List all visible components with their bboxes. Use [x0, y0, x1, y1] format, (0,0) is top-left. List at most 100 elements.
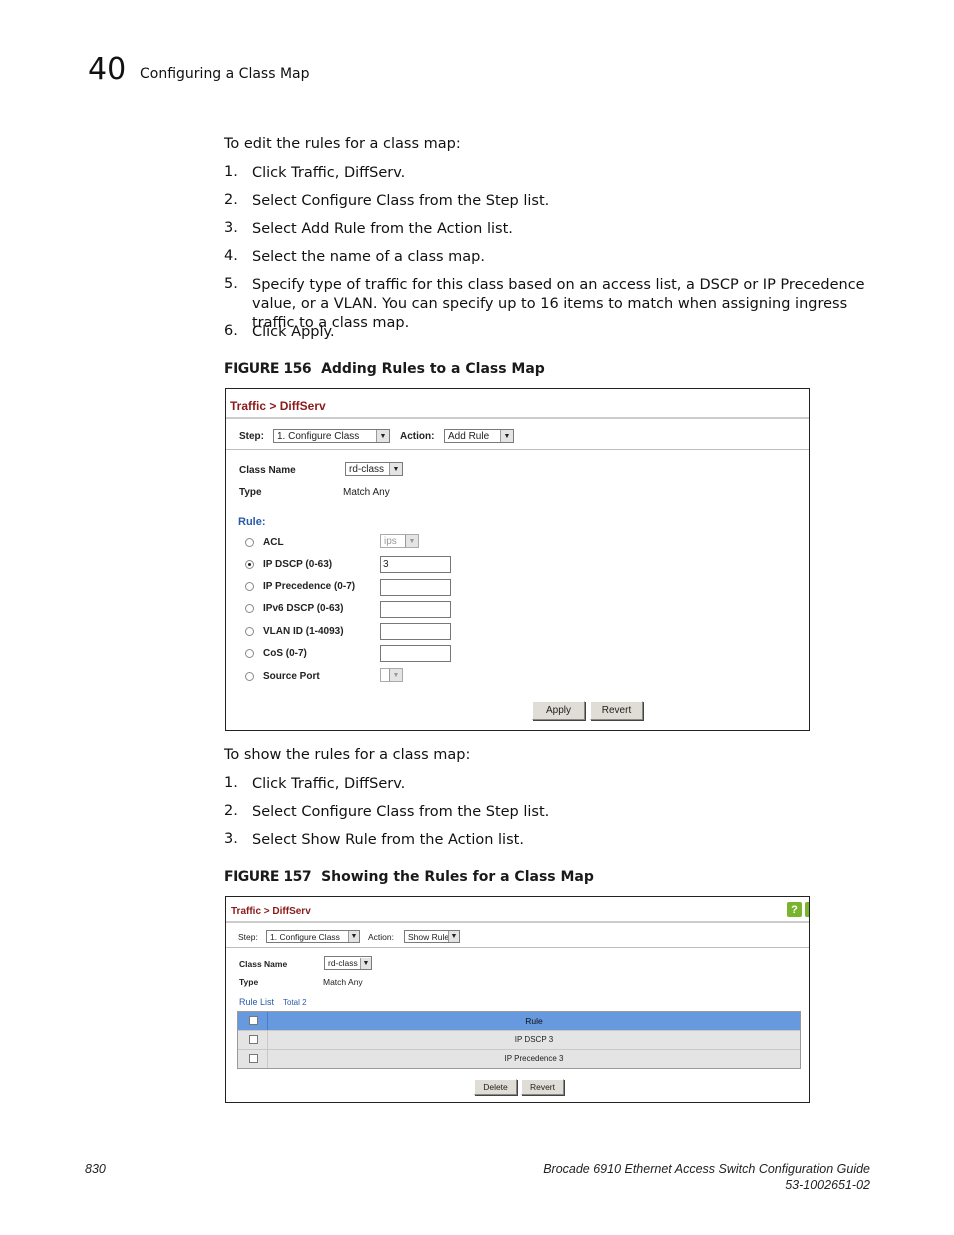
figure-title: Showing the Rules for a Class Map: [321, 869, 594, 885]
table-row: IP DSCP 3: [238, 1030, 800, 1049]
header-divider: [226, 921, 809, 923]
step-number: 5.: [224, 276, 238, 292]
class-name-label: Class Name: [239, 465, 296, 476]
type-label: Type: [239, 487, 262, 498]
step-select-value: 1. Configure Class: [277, 430, 360, 442]
type-value: Match Any: [343, 487, 390, 498]
toolbar-divider: [226, 947, 809, 948]
step-number: 2.: [224, 192, 238, 208]
source-port-select[interactable]: ▼: [380, 668, 403, 682]
figure-157-screenshot: Traffic > DiffServ ? Step: 1. Configure …: [225, 896, 810, 1103]
chapter-number: 40: [88, 52, 127, 87]
step-number: 2.: [224, 803, 238, 819]
rule-heading: Rule:: [238, 516, 266, 528]
class-name-select[interactable]: rd-class ▼: [324, 956, 372, 970]
rule-list-total: Total 2: [283, 998, 307, 1007]
table-header-row: Rule: [238, 1012, 800, 1030]
rule-ip-dscp-label: IP DSCP (0-63): [263, 559, 333, 570]
step-number: 3.: [224, 220, 238, 236]
rule-ip-precedence-radio[interactable]: [245, 582, 254, 591]
rule-ip-precedence-label: IP Precedence (0-7): [263, 581, 356, 592]
step-text: Select the name of a class map.: [252, 249, 485, 265]
rule-cell: IP Precedence 3: [504, 1054, 564, 1063]
action-select-value: Show Rule: [408, 931, 448, 942]
extra-toolbar-icon[interactable]: [805, 902, 809, 917]
action-select[interactable]: Add Rule ▼: [444, 429, 514, 443]
ipv6-dscp-input[interactable]: [380, 601, 451, 618]
chevron-down-icon: ▼: [389, 463, 402, 475]
ip-dscp-input[interactable]: 3: [380, 556, 451, 573]
rule-ipv6-dscp-radio[interactable]: [245, 604, 254, 613]
step-text: Select Configure Class from the Step lis…: [252, 804, 550, 820]
rule-cos-radio[interactable]: [245, 649, 254, 658]
figure-157-caption: FIGURE 157 Showing the Rules for a Class …: [224, 869, 594, 885]
chevron-down-icon: ▼: [500, 430, 513, 442]
help-icon[interactable]: ?: [787, 902, 802, 917]
step-select[interactable]: 1. Configure Class ▼: [273, 429, 390, 443]
breadcrumb[interactable]: Traffic > DiffServ: [230, 399, 326, 413]
chapter-title: Configuring a Class Map: [140, 66, 310, 82]
figure-label: FIGURE 157: [224, 869, 312, 885]
acl-select[interactable]: ips ▼: [380, 534, 419, 548]
rule-list-heading: Rule List: [239, 997, 275, 1007]
select-all-checkbox[interactable]: [249, 1016, 258, 1025]
rule-vlan-id-radio[interactable]: [245, 627, 254, 636]
chevron-down-icon: ▼: [360, 957, 371, 969]
rule-column-header[interactable]: Rule: [268, 1016, 800, 1026]
class-name-label: Class Name: [239, 959, 288, 969]
step-select[interactable]: 1. Configure Class ▼: [266, 930, 360, 943]
header-divider: [226, 417, 809, 419]
ip-precedence-input[interactable]: [380, 579, 451, 596]
revert-button[interactable]: Revert: [590, 701, 643, 720]
action-label: Action:: [400, 431, 435, 442]
step-number: 4.: [224, 248, 238, 264]
step-label: Step:: [239, 431, 264, 442]
rule-cell: IP DSCP 3: [514, 1035, 554, 1044]
class-name-select[interactable]: rd-class ▼: [345, 462, 403, 476]
chevron-down-icon: ▼: [376, 430, 389, 442]
rule-ipv6-dscp-label: IPv6 DSCP (0-63): [263, 603, 344, 614]
step-text: Select Configure Class from the Step lis…: [252, 193, 550, 209]
toolbar-divider: [226, 449, 809, 450]
chevron-down-icon: ▼: [389, 669, 402, 681]
action-label: Action:: [368, 932, 394, 942]
revert-button[interactable]: Revert: [521, 1079, 564, 1095]
section2-intro: To show the rules for a class map:: [224, 747, 471, 763]
breadcrumb[interactable]: Traffic > DiffServ: [231, 906, 311, 917]
section1-intro: To edit the rules for a class map:: [224, 136, 461, 152]
action-select[interactable]: Show Rule ▼: [404, 930, 460, 943]
rule-ip-dscp-radio[interactable]: [245, 560, 254, 569]
step-number: 3.: [224, 831, 238, 847]
step-text: Select Add Rule from the Action list.: [252, 221, 513, 237]
step-text: Click Apply.: [252, 324, 335, 340]
action-select-value: Add Rule: [448, 430, 490, 442]
page-number: 830: [85, 1162, 106, 1176]
acl-select-value: ips: [384, 535, 397, 547]
cos-input[interactable]: [380, 645, 451, 662]
type-value: Match Any: [323, 977, 363, 987]
rule-source-port-radio[interactable]: [245, 672, 254, 681]
rule-cos-label: CoS (0-7): [263, 648, 307, 659]
figure-156-caption: FIGURE 156 Adding Rules to a Class Map: [224, 361, 545, 377]
rule-vlan-id-label: VLAN ID (1-4093): [263, 626, 344, 637]
step-number: 1.: [224, 775, 238, 791]
rule-table: Rule IP DSCP 3 IP Precedence 3: [237, 1011, 801, 1069]
apply-button[interactable]: Apply: [532, 701, 585, 720]
step-text: Click Traffic, DiffServ.: [252, 776, 406, 792]
row-checkbox[interactable]: [249, 1035, 258, 1044]
vlan-id-input[interactable]: [380, 623, 451, 640]
rule-acl-radio[interactable]: [245, 538, 254, 547]
chevron-down-icon: ▼: [348, 931, 359, 942]
document-title: Brocade 6910 Ethernet Access Switch Conf…: [543, 1162, 870, 1176]
rule-source-port-label: Source Port: [263, 671, 320, 682]
rule-acl-label: ACL: [263, 537, 284, 548]
step-text: Select Show Rule from the Action list.: [252, 832, 524, 848]
step-label: Step:: [238, 932, 258, 942]
figure-title: Adding Rules to a Class Map: [321, 361, 545, 377]
delete-button[interactable]: Delete: [474, 1079, 517, 1095]
table-row: IP Precedence 3: [238, 1049, 800, 1068]
figure-label: FIGURE 156: [224, 361, 312, 377]
row-checkbox[interactable]: [249, 1054, 258, 1063]
document-number: 53-1002651-02: [785, 1178, 870, 1192]
type-label: Type: [239, 977, 259, 987]
